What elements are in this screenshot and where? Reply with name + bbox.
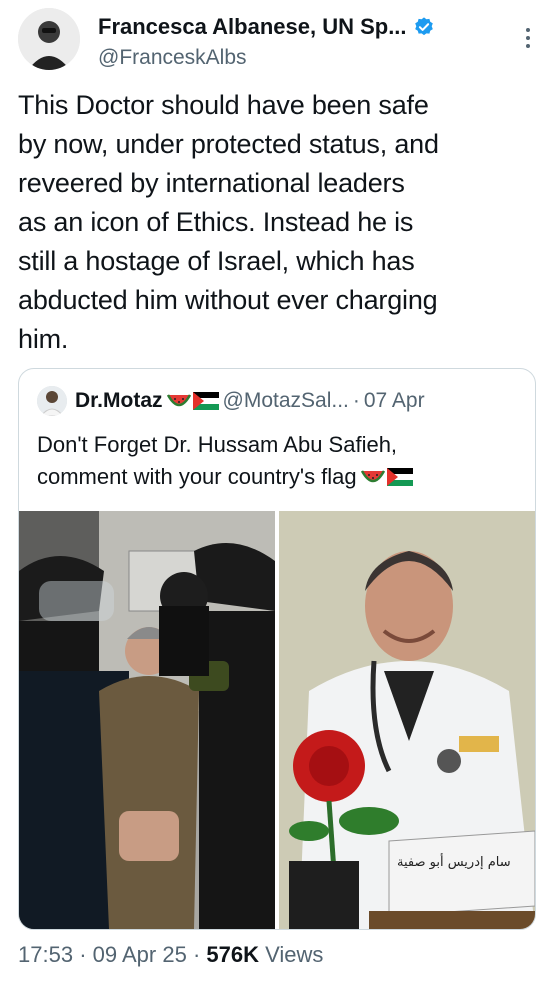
- watermelon-emoji-icon: [166, 394, 191, 407]
- tweet-date[interactable]: 09 Apr 25: [93, 942, 187, 967]
- tweet-time[interactable]: 17:53: [18, 942, 73, 967]
- author-handle[interactable]: @FranceskAlbs: [98, 46, 247, 70]
- author-avatar[interactable]: [18, 8, 80, 70]
- verified-badge-icon: [414, 17, 433, 36]
- quoted-date[interactable]: 07 Apr: [364, 389, 425, 413]
- quoted-separator: ·: [352, 389, 360, 412]
- quoted-media: سام إدريس أبو صفية: [19, 511, 535, 929]
- more-options-icon[interactable]: [518, 18, 538, 58]
- views-label: Views: [265, 942, 324, 967]
- photo-doctor-portrait[interactable]: سام إدريس أبو صفية: [279, 511, 535, 929]
- quoted-tweet-text: Don't Forget Dr. Hussam Abu Safieh, comm…: [37, 429, 527, 493]
- tweet-text: This Doctor should have been safe by now…: [18, 90, 439, 354]
- meta-separator: ·: [79, 942, 87, 967]
- meta-separator: ·: [192, 942, 201, 967]
- photo-detained-doctor[interactable]: [19, 511, 275, 929]
- author-name[interactable]: Francesca Albanese, UN Sp...: [98, 14, 407, 40]
- author-name-row: Francesca Albanese, UN Sp...: [98, 14, 435, 40]
- quoted-text-body: Don't Forget Dr. Hussam Abu Safieh, comm…: [37, 432, 398, 489]
- palestine-flag-icon: [386, 468, 413, 486]
- watermelon-emoji-icon: [360, 470, 385, 483]
- quoted-tweet[interactable]: Dr.Motaz @MotazSal... · 07 Apr Don't For…: [18, 368, 536, 930]
- quoted-author-avatar[interactable]: [37, 386, 67, 416]
- desk-sign-text: سام إدريس أبو صفية: [397, 853, 511, 870]
- tweet-meta: 17:53 · 09 Apr 25 · 576K Views: [18, 942, 323, 968]
- views-count[interactable]: 576K: [206, 942, 259, 967]
- palestine-flag-icon: [192, 392, 219, 410]
- quoted-author-handle[interactable]: @MotazSal...: [223, 389, 349, 413]
- quoted-author-name[interactable]: Dr.Motaz: [75, 389, 163, 413]
- quoted-tweet-header: Dr.Motaz @MotazSal... · 07 Apr: [37, 385, 425, 417]
- tweet-header: Francesca Albanese, UN Sp... @FranceskAl…: [18, 8, 538, 72]
